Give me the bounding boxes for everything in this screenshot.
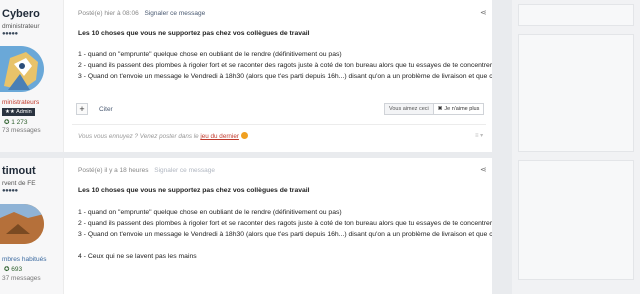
post-date[interactable]: Posté(e) hier à 08:06 — [78, 10, 139, 17]
author-group: mbres habitués — [2, 256, 47, 263]
signature-toggle[interactable]: ≡ ▾ — [475, 132, 483, 139]
post-line: 1 - quand on "emprunte" quelque chose en… — [78, 51, 342, 58]
author-group: ministrateurs — [2, 99, 40, 106]
post-meta: Posté(e) il y a 18 heures Signaler ce me… — [78, 167, 215, 174]
rank-pips: ●●●●● — [2, 31, 18, 37]
smiley-icon — [240, 132, 248, 139]
likers-link[interactable]: Vous aimez ceci — [385, 104, 434, 114]
report-link[interactable]: Signaler ce message — [154, 167, 215, 174]
post-separator — [0, 152, 492, 158]
author-title: dministrateur — [2, 23, 40, 30]
author-title: rvent de FE — [2, 180, 36, 187]
post-line: 4 - Ceux qui ne se lavent pas les mains — [78, 253, 197, 260]
post-line: 2 - quand ils passent des plombes à rigo… — [78, 62, 493, 69]
post: timout rvent de FE ●●●●● mbres habitués … — [0, 158, 586, 294]
author-msgs: 37 messages — [2, 275, 41, 282]
author-msgs: 73 messages — [2, 127, 41, 134]
sidebar — [512, 0, 640, 294]
sidebar-block — [518, 160, 634, 280]
reputation-icon: ✪ — [4, 119, 10, 126]
author-panel: Cybero dministrateur ●●●●● ministrateurs… — [0, 0, 64, 152]
author-name[interactable]: Cybero — [2, 8, 40, 20]
reputation: ✪ 1 273 — [4, 119, 28, 126]
sidebar-block — [518, 34, 634, 152]
like-widget: Vous aimez ceci ✖ Je n'aime plus — [384, 103, 485, 115]
reputation: ✪ 693 — [4, 266, 23, 273]
post-line: 2 - quand ils passent des plombes à rigo… — [78, 220, 493, 227]
author-panel: timout rvent de FE ●●●●● mbres habitués … — [0, 158, 64, 294]
post-line: 1 - quand on "emprunte" quelque chose en… — [78, 209, 342, 216]
like-x-icon: ✖ — [437, 106, 443, 112]
rank-pips: ●●●●● — [2, 188, 18, 194]
quote-link[interactable]: Citer — [99, 106, 113, 113]
avatar[interactable] — [0, 204, 44, 244]
divider — [72, 124, 486, 125]
share-icon[interactable]: ⋖ — [480, 8, 487, 17]
sidebar-block — [518, 4, 634, 26]
unlike-button[interactable]: ✖ Je n'aime plus — [434, 104, 484, 114]
reputation-icon: ✪ — [4, 266, 10, 273]
share-icon[interactable]: ⋖ — [480, 165, 487, 174]
post-date[interactable]: Posté(e) il y a 18 heures — [78, 167, 148, 174]
post-heading: Les 10 choses que vous ne supportez pas … — [78, 30, 310, 37]
multiquote-button[interactable]: + — [76, 103, 88, 115]
post-heading: Les 10 choses que vous ne supportez pas … — [78, 187, 310, 194]
author-name[interactable]: timout — [2, 165, 36, 177]
signature: Vous vous ennuyez ? Venez poster dans le… — [78, 132, 248, 140]
report-link[interactable]: Signaler ce message — [145, 10, 206, 17]
avatar[interactable] — [0, 46, 44, 92]
topic-content: Cybero dministrateur ●●●●● ministrateurs… — [0, 0, 586, 294]
post-meta: Posté(e) hier à 08:06 Signaler ce messag… — [78, 10, 205, 17]
admin-badge: ★★ Admin — [2, 108, 35, 116]
signature-link[interactable]: jeu du dernier — [200, 133, 239, 140]
post: Cybero dministrateur ●●●●● ministrateurs… — [0, 0, 586, 152]
